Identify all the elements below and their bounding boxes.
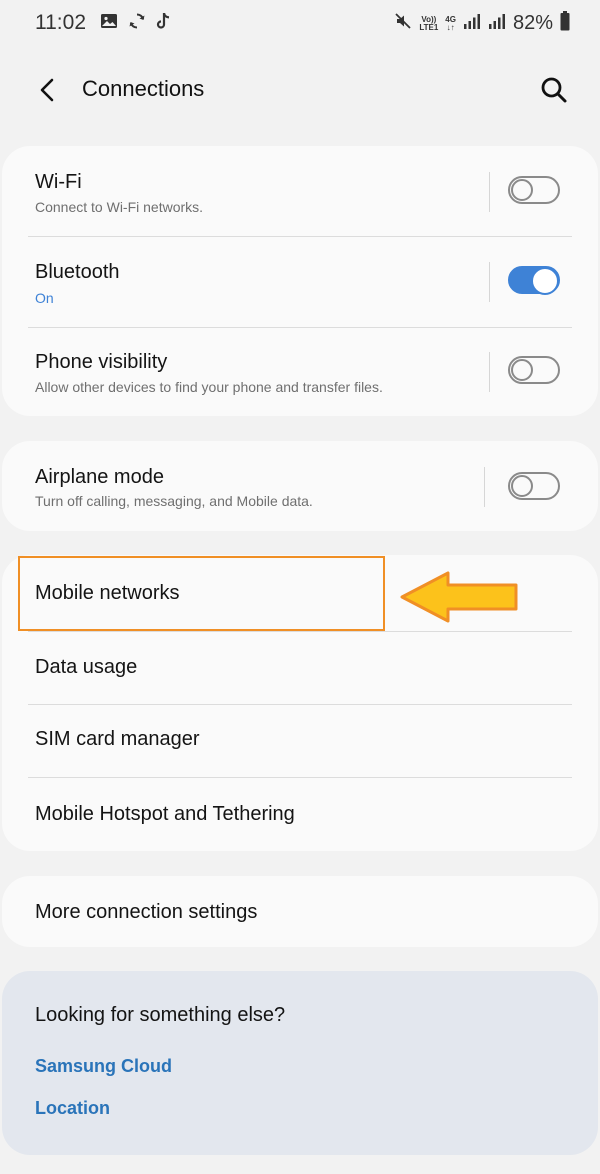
- wifi-subtitle: Connect to Wi-Fi networks.: [35, 199, 204, 215]
- battery-icon: [560, 11, 570, 36]
- network-type-indicator: 4G ↓↑: [445, 15, 456, 32]
- divider: [484, 467, 485, 507]
- signal-icon: [463, 12, 481, 35]
- search-button[interactable]: [536, 72, 572, 108]
- bluetooth-row[interactable]: Bluetooth On: [2, 237, 598, 327]
- sim-card-manager-row[interactable]: SIM card manager: [2, 705, 598, 777]
- bluetooth-subtitle: On: [35, 290, 54, 306]
- more-connection-settings-row[interactable]: More connection settings: [2, 876, 598, 947]
- notification-icons: [100, 12, 172, 35]
- connections-card: Wi-Fi Connect to Wi-Fi networks. Bluetoo…: [2, 146, 598, 416]
- battery-percent: 82%: [512, 12, 553, 34]
- back-arrow-icon: [40, 78, 54, 102]
- status-bar: 11:02 Vo)) LTE1 4G ↓↑ 82%: [0, 0, 600, 48]
- more-settings-card: More connection settings: [2, 876, 598, 947]
- phone-visibility-title: Phone visibility: [35, 351, 168, 373]
- airplane-mode-toggle[interactable]: [508, 472, 560, 500]
- divider: [489, 352, 490, 392]
- airplane-card: Airplane mode Turn off calling, messagin…: [2, 441, 598, 531]
- phone-visibility-row[interactable]: Phone visibility Allow other devices to …: [2, 328, 598, 416]
- gallery-icon: [100, 12, 118, 35]
- data-usage-row[interactable]: Data usage: [2, 632, 598, 704]
- back-button[interactable]: [30, 72, 66, 108]
- airplane-mode-title: Airplane mode: [35, 466, 164, 488]
- search-icon: [541, 77, 567, 103]
- data-usage-title: Data usage: [35, 656, 138, 678]
- location-link[interactable]: Location: [35, 1098, 110, 1119]
- status-time: 11:02: [35, 11, 86, 34]
- signal-icon: [488, 12, 506, 35]
- airplane-mode-row[interactable]: Airplane mode Turn off calling, messagin…: [2, 441, 598, 531]
- sync-icon: [128, 12, 146, 35]
- help-card: Looking for something else? Samsung Clou…: [2, 971, 598, 1155]
- wifi-title: Wi-Fi: [35, 171, 82, 193]
- lte-label: LTE1: [419, 22, 439, 32]
- more-connection-settings-title: More connection settings: [35, 901, 258, 923]
- bluetooth-title: Bluetooth: [35, 261, 120, 283]
- mobile-networks-title: Mobile networks: [35, 582, 180, 604]
- tiktok-icon: [156, 12, 172, 35]
- app-bar: Connections: [0, 60, 600, 120]
- help-title: Looking for something else?: [35, 1004, 286, 1026]
- phone-visibility-toggle[interactable]: [508, 356, 560, 384]
- wifi-row[interactable]: Wi-Fi Connect to Wi-Fi networks.: [2, 146, 598, 236]
- page-title: Connections: [82, 76, 205, 101]
- system-icons: Vo)) LTE1 4G ↓↑ 82%: [394, 11, 570, 36]
- divider: [489, 172, 490, 212]
- airplane-mode-subtitle: Turn off calling, messaging, and Mobile …: [35, 493, 313, 509]
- volte-indicator: Vo)) LTE1: [419, 15, 439, 32]
- sim-card-manager-title: SIM card manager: [35, 728, 200, 750]
- divider: [489, 262, 490, 302]
- wifi-toggle[interactable]: [508, 176, 560, 204]
- hotspot-tethering-row[interactable]: Mobile Hotspot and Tethering: [2, 778, 598, 851]
- phone-visibility-subtitle: Allow other devices to find your phone a…: [35, 379, 383, 395]
- samsung-cloud-link[interactable]: Samsung Cloud: [35, 1056, 172, 1077]
- bluetooth-toggle[interactable]: [508, 266, 560, 295]
- hotspot-tethering-title: Mobile Hotspot and Tethering: [35, 803, 295, 825]
- mute-icon: [394, 12, 412, 35]
- data-arrows-icon: ↓↑: [446, 22, 455, 32]
- pointer-arrow-icon: [398, 571, 522, 628]
